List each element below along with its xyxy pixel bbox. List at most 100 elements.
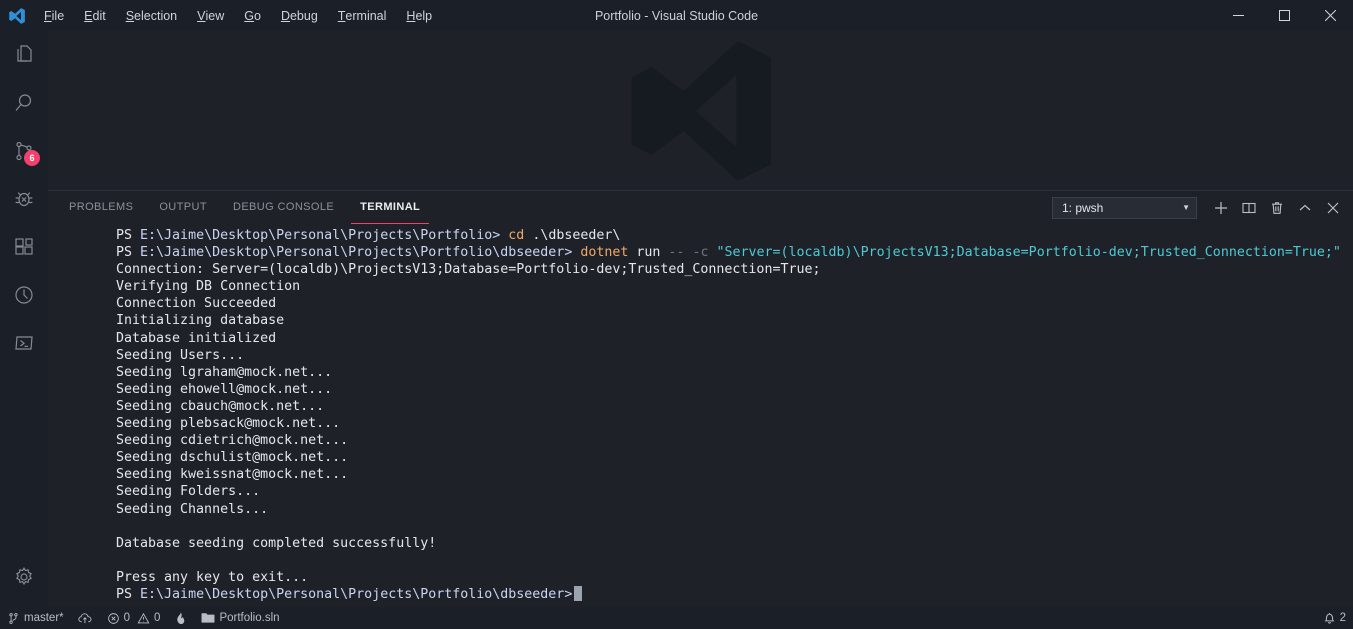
terminal-line: Connection: Server=(localdb)\ProjectsV13…: [116, 261, 1353, 278]
status-branch[interactable]: master*: [0, 607, 71, 629]
status-bar-right: 2: [1316, 611, 1353, 625]
kill-terminal-button[interactable]: [1263, 194, 1291, 222]
maximize-button[interactable]: [1261, 0, 1307, 31]
terminal-text: E:\Jaime\Desktop\Personal\Projects\Portf…: [140, 228, 501, 243]
terminal-text: Seeding kweissnat@mock.net...: [116, 467, 349, 483]
sidebar-item-search[interactable]: [0, 79, 48, 127]
terminal-instance-label: 1: pwsh: [1062, 200, 1104, 215]
terminal-text: Press any key to exit...: [116, 569, 309, 585]
terminal-instance-select[interactable]: 1: pwsh ▼: [1052, 196, 1197, 219]
status-notifications[interactable]: 2: [1316, 611, 1353, 625]
debug-icon: [12, 187, 36, 211]
terminal-text: Connection Succeeded: [116, 296, 277, 312]
status-problems[interactable]: 0 0: [100, 607, 168, 629]
terminal-line: Seeding kweissnat@mock.net...: [116, 466, 1353, 483]
workbench: 6 PROBLEMS OUTPUT DEBUG CONSOLE TERMINAL…: [0, 31, 1353, 607]
terminal-text: "Server=(localdb)\ProjectsV13;Database=P…: [708, 245, 1341, 261]
vscode-window: File Edit Selection View Go Debug Termin…: [0, 0, 1353, 629]
sidebar-item-settings[interactable]: [0, 553, 48, 601]
terminal-text: E:\Jaime\Desktop\Personal\Projects\Portf…: [140, 586, 573, 602]
terminal-line: Seeding Users...: [116, 347, 1353, 364]
status-solution[interactable]: Portfolio.sln: [194, 607, 286, 629]
menu-terminal[interactable]: Terminal: [328, 0, 397, 31]
status-flame[interactable]: [167, 607, 194, 629]
sidebar-item-debug[interactable]: [0, 175, 48, 223]
sidebar-item-test-explorer[interactable]: [0, 271, 48, 319]
files-icon: [12, 43, 36, 67]
terminal-text: Seeding Users...: [116, 347, 245, 363]
terminal-text: PS: [116, 245, 141, 261]
maximize-panel-button[interactable]: [1291, 194, 1319, 222]
new-terminal-button[interactable]: [1207, 194, 1235, 222]
status-branch-label: master*: [24, 612, 64, 624]
window-controls: [1215, 0, 1353, 31]
terminal-text: Database seeding completed successfully!: [116, 535, 437, 551]
menu-bar: File Edit Selection View Go Debug Termin…: [34, 0, 442, 31]
editor-watermark-area: [48, 31, 1353, 190]
terminal-output[interactable]: PS E:\Jaime\Desktop\Personal\Projects\Po…: [48, 224, 1353, 607]
terminal-line: Connection Succeeded: [116, 295, 1353, 312]
sidebar-item-extensions[interactable]: [0, 223, 48, 271]
terminal-text: -c: [684, 245, 709, 261]
tab-output[interactable]: OUTPUT: [150, 191, 216, 224]
terminal-text: Initializing database: [116, 313, 285, 329]
source-control-branch-icon: [7, 612, 20, 625]
tab-terminal[interactable]: TERMINAL: [351, 191, 430, 224]
vscode-logo-icon: [0, 7, 34, 25]
terminal-line: Press any key to exit...: [116, 569, 1353, 586]
terminal-text: --: [660, 245, 685, 261]
terminal-text: Verifying DB Connection: [116, 279, 301, 295]
terminal-text: cd: [500, 228, 525, 243]
terminal-text: Seeding lgraham@mock.net...: [116, 364, 333, 380]
terminal-text: E:\Jaime\Desktop\Personal\Projects\Portf…: [140, 245, 573, 261]
terminal-line: Seeding dschulist@mock.net...: [116, 449, 1353, 466]
sidebar-item-source-control[interactable]: 6: [0, 127, 48, 175]
terminal-line: Database seeding completed successfully!: [116, 535, 1353, 552]
terminal-text: Connection: Server=(localdb)\ProjectsV13…: [116, 262, 821, 278]
status-sync[interactable]: [71, 607, 100, 629]
folder-icon: [201, 612, 215, 624]
split-terminal-button[interactable]: [1235, 194, 1263, 222]
status-notification-count: 2: [1339, 612, 1346, 624]
terminal-text: run: [628, 245, 661, 261]
terminal-text: Seeding dschulist@mock.net...: [116, 450, 349, 466]
terminal-line: Seeding ehowell@mock.net...: [116, 381, 1353, 398]
menu-edit[interactable]: Edit: [74, 0, 116, 31]
source-control-badge: 6: [24, 150, 40, 166]
activity-bar: 6: [0, 31, 48, 607]
main-area: PROBLEMS OUTPUT DEBUG CONSOLE TERMINAL 1…: [48, 31, 1353, 607]
terminal-panel-icon: [12, 331, 36, 355]
vscode-watermark-logo-icon: [596, 31, 806, 190]
menu-selection[interactable]: Selection: [116, 0, 187, 31]
menu-file[interactable]: File: [34, 0, 74, 31]
tab-problems[interactable]: PROBLEMS: [60, 191, 142, 224]
status-error-count: 0: [123, 612, 131, 624]
terminal-text: dotnet: [572, 245, 629, 261]
menu-debug[interactable]: Debug: [271, 0, 328, 31]
tab-debug-console[interactable]: DEBUG CONSOLE: [224, 191, 343, 224]
menu-help[interactable]: Help: [396, 0, 442, 31]
close-button[interactable]: [1307, 0, 1353, 31]
terminal-line: Seeding cbauch@mock.net...: [116, 398, 1353, 415]
terminal-line: Verifying DB Connection: [116, 278, 1353, 295]
terminal-line: PS E:\Jaime\Desktop\Personal\Projects\Po…: [116, 244, 1353, 261]
menu-view[interactable]: View: [187, 0, 234, 31]
terminal-line: Seeding lgraham@mock.net...: [116, 364, 1353, 381]
bottom-panel: PROBLEMS OUTPUT DEBUG CONSOLE TERMINAL 1…: [48, 190, 1353, 607]
terminal-text: Seeding ehowell@mock.net...: [116, 381, 333, 397]
trash-icon: [1270, 201, 1284, 215]
close-panel-button[interactable]: [1319, 194, 1347, 222]
terminal-text: Seeding Channels...: [116, 501, 269, 517]
sidebar-item-powershell[interactable]: [0, 319, 48, 367]
status-solution-label: Portfolio.sln: [219, 612, 280, 624]
minimize-button[interactable]: [1215, 0, 1261, 31]
sidebar-item-explorer[interactable]: [0, 31, 48, 79]
split-icon: [1242, 201, 1256, 215]
terminal-line: PS E:\Jaime\Desktop\Personal\Projects\Po…: [116, 585, 1353, 603]
extensions-icon: [12, 235, 36, 259]
title-bar: File Edit Selection View Go Debug Termin…: [0, 0, 1353, 31]
menu-go[interactable]: Go: [234, 0, 271, 31]
gear-icon: [12, 565, 36, 589]
